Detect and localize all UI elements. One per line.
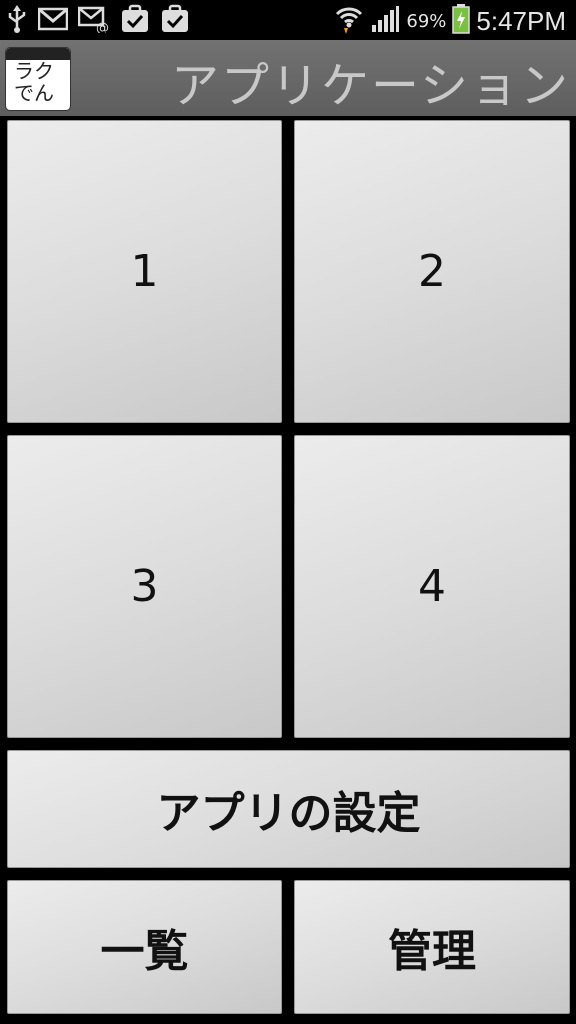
grid-button-3-label: 3 (130, 561, 159, 612)
usb-icon (6, 4, 28, 38)
clock: 5:47PM (476, 5, 566, 36)
status-left-icons: @ (6, 4, 190, 38)
signal-icon (370, 5, 400, 37)
app-settings-button[interactable]: アプリの設定 (7, 750, 570, 868)
status-bar: @ 69% 5:47PM (0, 0, 576, 40)
manage-button-label: 管理 (388, 926, 476, 977)
gmail-icon (37, 7, 69, 35)
app-logo-line2: でん (14, 81, 54, 105)
grid-button-4[interactable]: 4 (294, 435, 570, 738)
grid-button-2[interactable]: 2 (294, 120, 570, 423)
manage-button[interactable]: 管理 (294, 880, 570, 1014)
wifi-icon (334, 2, 364, 40)
list-button-label: 一覧 (100, 926, 189, 977)
app-settings-label: アプリの設定 (156, 788, 421, 839)
grid-button-4-label: 4 (418, 561, 446, 612)
grid-button-3[interactable]: 3 (7, 435, 282, 738)
grid-button-1-label: 1 (130, 246, 159, 297)
task-check-icon (120, 4, 150, 38)
battery-icon (452, 4, 471, 38)
grid-button-1[interactable]: 1 (7, 120, 282, 423)
app-logo-line1: ラク (14, 59, 54, 83)
grid-button-2-label: 2 (418, 246, 446, 297)
app-logo-icon: ラク でん (6, 48, 70, 110)
status-right-area: 69% 5:47PM (334, 2, 566, 40)
battery-percent: 69% (406, 10, 447, 32)
task-check-icon (160, 4, 190, 38)
screen: @ 69% 5:47PM ラク でん アプリケーション 1 2 3 4 アプリの… (0, 0, 576, 1024)
svg-text:@: @ (96, 21, 109, 33)
page-title: アプリケーション (170, 58, 570, 114)
app-logo-text: ラク でん (14, 60, 66, 104)
email-icon: @ (77, 5, 110, 37)
list-button[interactable]: 一覧 (7, 880, 282, 1014)
